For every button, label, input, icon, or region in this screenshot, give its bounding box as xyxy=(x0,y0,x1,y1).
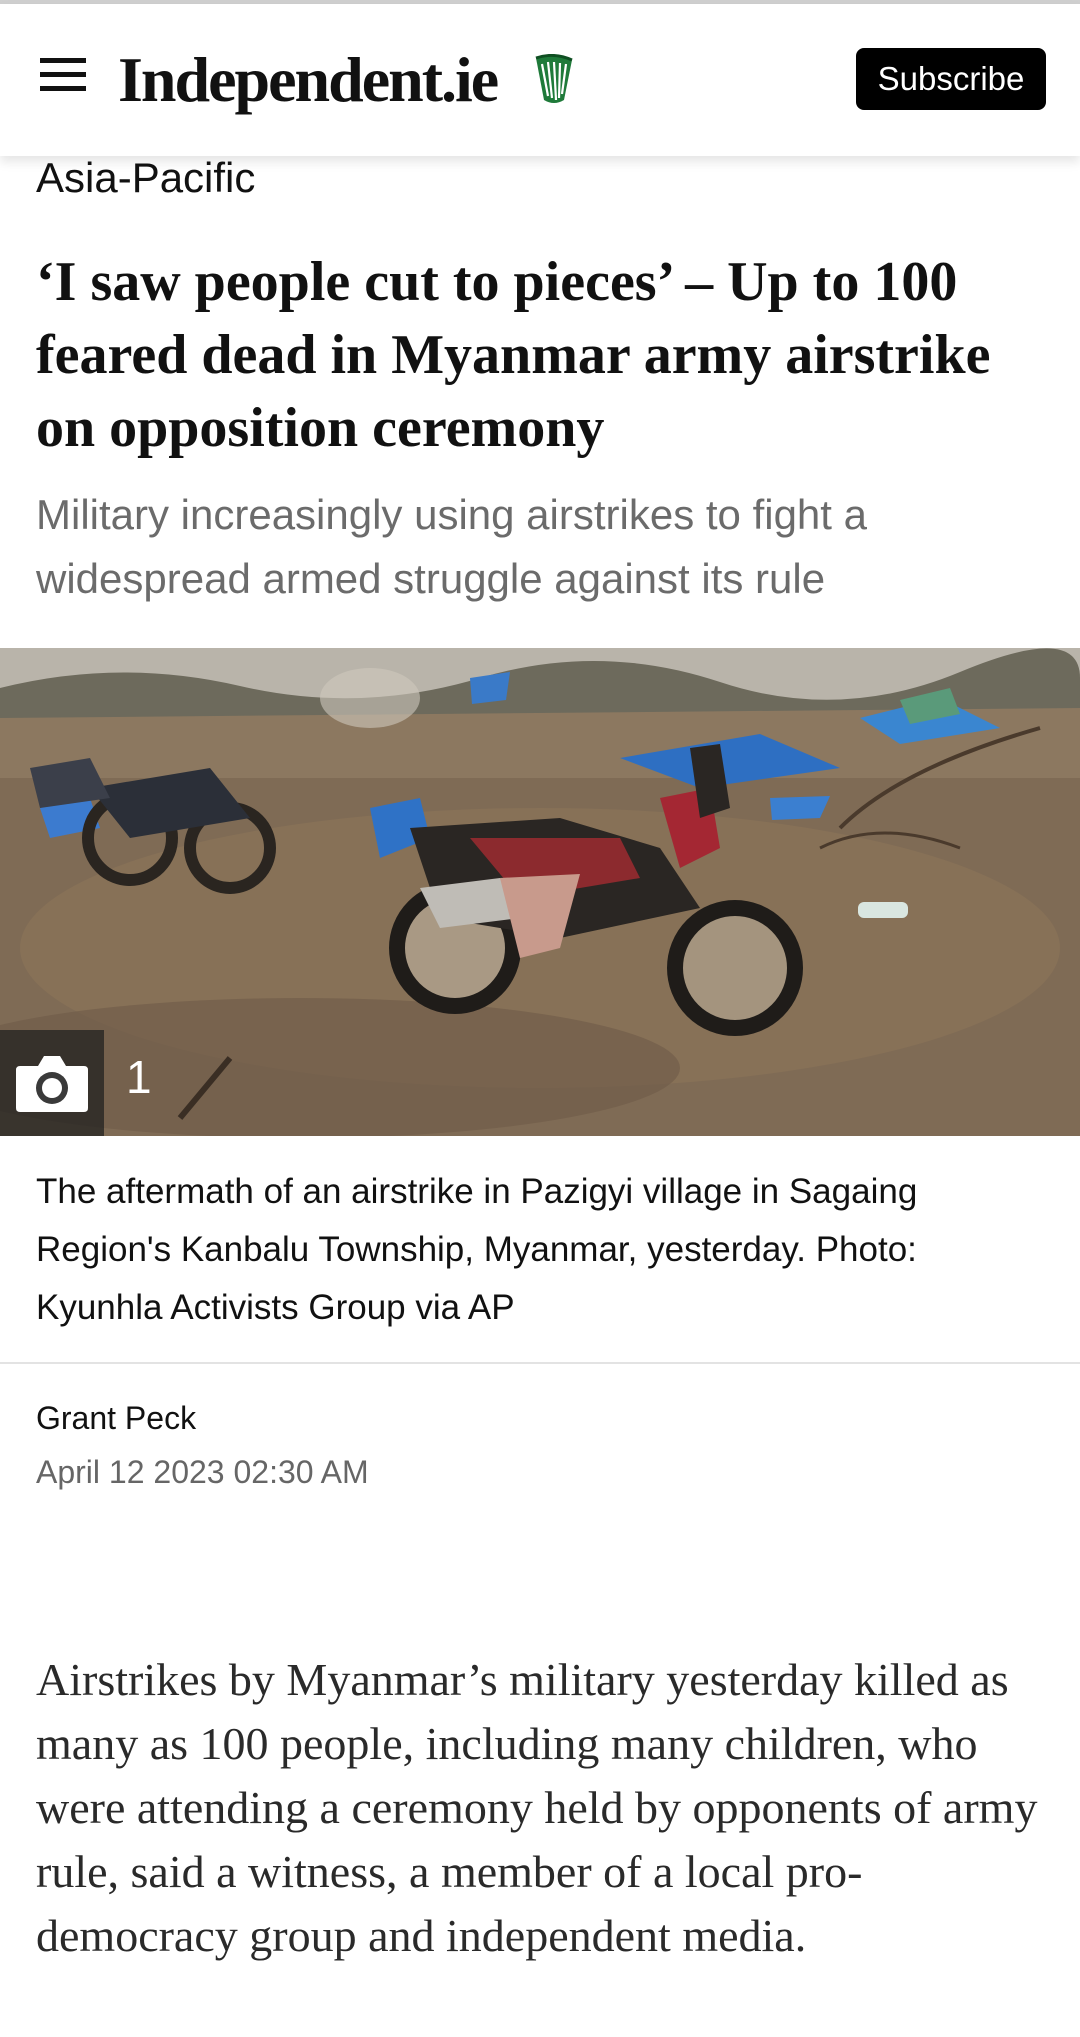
publish-date: April 12 2023 02:30 AM xyxy=(36,1454,369,1490)
airstrike-aftermath-photo xyxy=(0,648,1080,1136)
camera-icon xyxy=(16,1056,88,1112)
subscribe-button[interactable]: Subscribe xyxy=(856,48,1046,110)
gallery-button[interactable] xyxy=(0,1030,104,1136)
article-hero-image[interactable]: 1 xyxy=(0,648,1080,1136)
section-label[interactable]: Asia-Pacific xyxy=(36,154,255,202)
harp-logo-icon xyxy=(535,54,573,103)
caption-divider xyxy=(0,1362,1080,1364)
article-standfirst: Military increasingly using airstrikes t… xyxy=(36,491,867,602)
site-header: Independent.ie Subscribe xyxy=(0,4,1080,156)
site-logo[interactable]: Independent.ie xyxy=(118,40,499,120)
hamburger-menu-icon[interactable] xyxy=(40,58,86,92)
article-headline: ‘I saw people cut to pieces’ – Up to 100… xyxy=(36,251,991,459)
article-body-paragraph: Airstrikes by Myanmar’s military yesterd… xyxy=(36,1654,1038,1961)
image-caption: The aftermath of an airstrike in Pazigyi… xyxy=(36,1172,918,1327)
author-name[interactable]: Grant Peck xyxy=(36,1400,196,1437)
gallery-count: 1 xyxy=(126,1051,152,1103)
